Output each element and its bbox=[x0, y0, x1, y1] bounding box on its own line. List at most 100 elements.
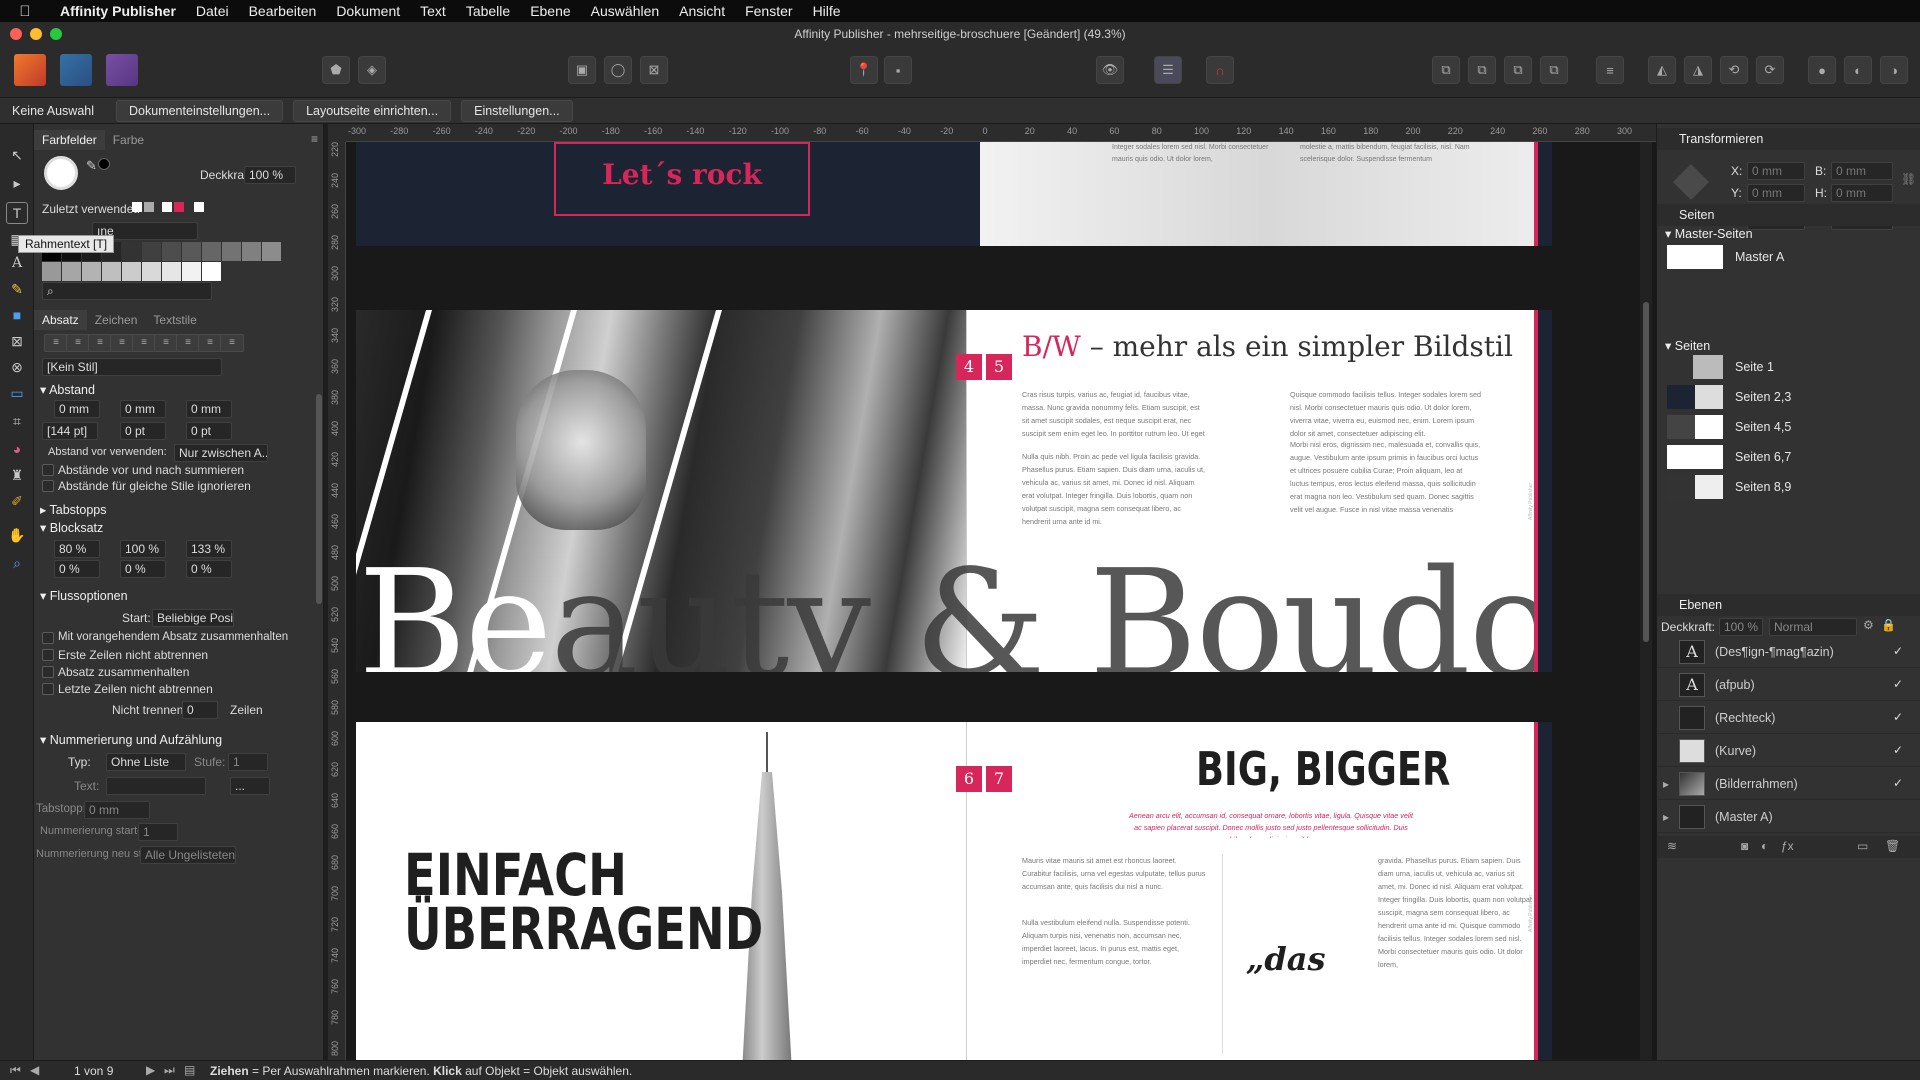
section-numbering[interactable]: ▾ Nummerierung und Aufzählung bbox=[40, 732, 222, 747]
swatch-cell[interactable] bbox=[162, 242, 181, 261]
layer-settings-icon[interactable]: ⚙ bbox=[1863, 618, 1874, 632]
menu-fenster[interactable]: Fenster bbox=[735, 3, 802, 19]
swatch-search-field[interactable]: ⌕ bbox=[42, 282, 212, 300]
list-text-field[interactable] bbox=[106, 777, 206, 795]
fx-icon[interactable]: ƒx bbox=[1781, 839, 1794, 853]
spread-icon[interactable]: ⊠ bbox=[640, 56, 668, 84]
word-spacing-max-field[interactable]: 133 % bbox=[186, 540, 232, 558]
align-left-button[interactable]: ≡ bbox=[44, 334, 68, 352]
spread-6-7[interactable]: EINFACH ÜBERRAGEND 6 7 BIG, BIGGER Aenean… bbox=[356, 722, 1552, 1060]
menu-dokument[interactable]: Dokument bbox=[326, 3, 410, 19]
add-layer-icon[interactable]: ▭ bbox=[1857, 839, 1868, 853]
left-panel-scrollbar[interactable] bbox=[316, 394, 322, 604]
preflight-icon[interactable]: 👁 bbox=[1096, 56, 1124, 84]
letter-spacing-desired-field[interactable]: 0 % bbox=[120, 560, 166, 578]
swatch-cell[interactable] bbox=[102, 262, 121, 281]
layer-row[interactable]: ▸ (Bilderrahmen) ✓ bbox=[1657, 768, 1920, 800]
eyedropper-icon[interactable]: ✎ bbox=[86, 158, 97, 174]
swatch-cell[interactable] bbox=[182, 262, 201, 281]
transform-h-field[interactable]: 0 mm bbox=[1831, 184, 1893, 202]
panel-menu-icon[interactable]: ≡ bbox=[311, 132, 318, 146]
color-picker-tool-icon[interactable]: ✐ bbox=[6, 490, 28, 512]
designer-persona-icon[interactable] bbox=[106, 54, 138, 86]
no-break-field[interactable]: 0 bbox=[182, 701, 218, 719]
swatch-cell[interactable] bbox=[62, 262, 81, 281]
adjustment-icon[interactable]: ◐ bbox=[1761, 839, 1768, 853]
transform-x-field[interactable]: 0 mm bbox=[1747, 162, 1805, 180]
swatch-cell[interactable] bbox=[122, 242, 141, 261]
photo-persona-icon[interactable] bbox=[60, 54, 92, 86]
picture-frame-ellipse-icon[interactable]: ⊗ bbox=[6, 356, 28, 378]
layer-visibility-checkbox[interactable]: ✓ bbox=[1893, 710, 1903, 724]
page-row-2-3[interactable]: Seiten 2,3 bbox=[1657, 382, 1920, 412]
swatch-cell[interactable] bbox=[182, 242, 201, 261]
recent-swatch-white-3[interactable] bbox=[194, 202, 204, 212]
justify-left-button[interactable]: ≡ bbox=[110, 334, 134, 352]
use-spacing-select[interactable]: Nur zwischen A... bbox=[174, 444, 268, 462]
horizontal-ruler[interactable]: -300 -280 -260 -240 -220 -200 -180 -160 -140 -120… bbox=[346, 124, 1669, 142]
swatch-cell[interactable] bbox=[142, 242, 161, 261]
layer-row[interactable]: ▸ (Master A) bbox=[1657, 801, 1920, 833]
swatch-cell[interactable] bbox=[162, 262, 181, 281]
boolean-add-icon[interactable]: ● bbox=[1808, 56, 1836, 84]
last-page-icon[interactable]: ⏭ bbox=[164, 1063, 175, 1078]
pen-tool-icon[interactable]: ✎ bbox=[6, 278, 28, 300]
spread-2-3[interactable]: Let´s rock Integer sodales lorem sed nis… bbox=[356, 142, 1552, 246]
layers-panel-title[interactable]: Ebenen bbox=[1657, 594, 1920, 616]
layers-stack-icon[interactable]: ≋ bbox=[1667, 839, 1677, 853]
menu-datei[interactable]: Datei bbox=[186, 3, 239, 19]
ruler-origin[interactable] bbox=[328, 124, 346, 142]
transform-panel-title[interactable]: Transformieren bbox=[1657, 128, 1920, 150]
swatch-cell[interactable] bbox=[202, 262, 221, 281]
flip-v-icon[interactable]: ◮ bbox=[1684, 56, 1712, 84]
move-tool-icon[interactable]: ↖ bbox=[6, 144, 28, 166]
resource-icon[interactable]: ◈ bbox=[358, 56, 386, 84]
menu-auswaehlen[interactable]: Auswählen bbox=[581, 3, 670, 19]
indent-first-field[interactable]: 0 mm bbox=[120, 400, 166, 418]
no-break-first-checkbox[interactable] bbox=[42, 649, 54, 661]
layers-opacity-field[interactable]: 100 % bbox=[1719, 618, 1763, 636]
page-row-1[interactable]: Seite 1 bbox=[1657, 352, 1920, 382]
layer-row[interactable]: (Kurve) ✓ bbox=[1657, 735, 1920, 767]
apple-menu-icon[interactable]:  bbox=[0, 3, 50, 20]
vertical-ruler[interactable]: 220 240 260 280 300 320 340 360 380 400 420 440 460 4… bbox=[328, 142, 346, 1060]
boolean-intersect-icon[interactable]: ◑ bbox=[1880, 56, 1908, 84]
hand-tool-icon[interactable]: ✋ bbox=[6, 524, 28, 546]
zoom-tool-icon[interactable]: ⌕ bbox=[6, 552, 28, 574]
delete-layer-icon[interactable]: 🗑 bbox=[1885, 839, 1900, 853]
recent-swatch-accent[interactable] bbox=[174, 202, 184, 212]
canvas-scrollbar-thumb[interactable] bbox=[1643, 302, 1649, 642]
justify-center-button[interactable]: ≡ bbox=[132, 334, 156, 352]
order-back-icon[interactable]: ⧉ bbox=[1432, 56, 1460, 84]
keep-with-previous-checkbox[interactable] bbox=[42, 632, 54, 644]
baseline-grid-icon[interactable]: ☰ bbox=[1154, 56, 1182, 84]
transform-w-field[interactable]: 0 mm bbox=[1831, 162, 1893, 180]
master-page-row[interactable]: Master A bbox=[1657, 242, 1920, 272]
list-tabstop-field[interactable]: 0 mm bbox=[84, 801, 150, 819]
page-row-8-9[interactable]: Seiten 8,9 bbox=[1657, 472, 1920, 502]
place-image-tool-icon[interactable]: ▭ bbox=[6, 382, 28, 404]
align-right-button[interactable]: ≡ bbox=[88, 334, 112, 352]
anchor-point-icon[interactable] bbox=[1673, 164, 1709, 200]
recent-swatch-white[interactable] bbox=[132, 202, 142, 212]
list-type-select[interactable]: Ohne Liste bbox=[106, 753, 186, 771]
tab-paragraph[interactable]: Absatz bbox=[34, 310, 87, 330]
swatch-cell[interactable] bbox=[82, 262, 101, 281]
ignore-same-styles-checkbox[interactable] bbox=[42, 480, 54, 492]
crop-tool-icon[interactable]: ⌗ bbox=[6, 410, 28, 432]
publisher-persona-icon[interactable] bbox=[14, 54, 46, 86]
layer-visibility-checkbox[interactable]: ✓ bbox=[1893, 776, 1903, 790]
layer-visibility-checkbox[interactable]: ✓ bbox=[1893, 743, 1903, 757]
list-text-more-button[interactable]: ... bbox=[230, 777, 270, 795]
transparency-tool-icon[interactable]: ♜ bbox=[6, 464, 28, 486]
next-page-icon[interactable]: ▶ bbox=[146, 1063, 155, 1077]
snapping-magnet-icon[interactable]: ∩ bbox=[1206, 56, 1234, 84]
fill-tool-icon[interactable]: ◕ bbox=[6, 438, 28, 460]
node-tool-icon[interactable]: ▸ bbox=[6, 172, 28, 194]
preview-mode-icon[interactable]: ◯ bbox=[604, 56, 632, 84]
no-break-last-checkbox[interactable] bbox=[42, 683, 54, 695]
menu-text[interactable]: Text bbox=[410, 3, 456, 19]
layer-expand-icon[interactable]: ▸ bbox=[1663, 777, 1669, 791]
section-justification[interactable]: ▾ Blocksatz bbox=[40, 520, 103, 535]
align-center-button[interactable]: ≡ bbox=[66, 334, 90, 352]
